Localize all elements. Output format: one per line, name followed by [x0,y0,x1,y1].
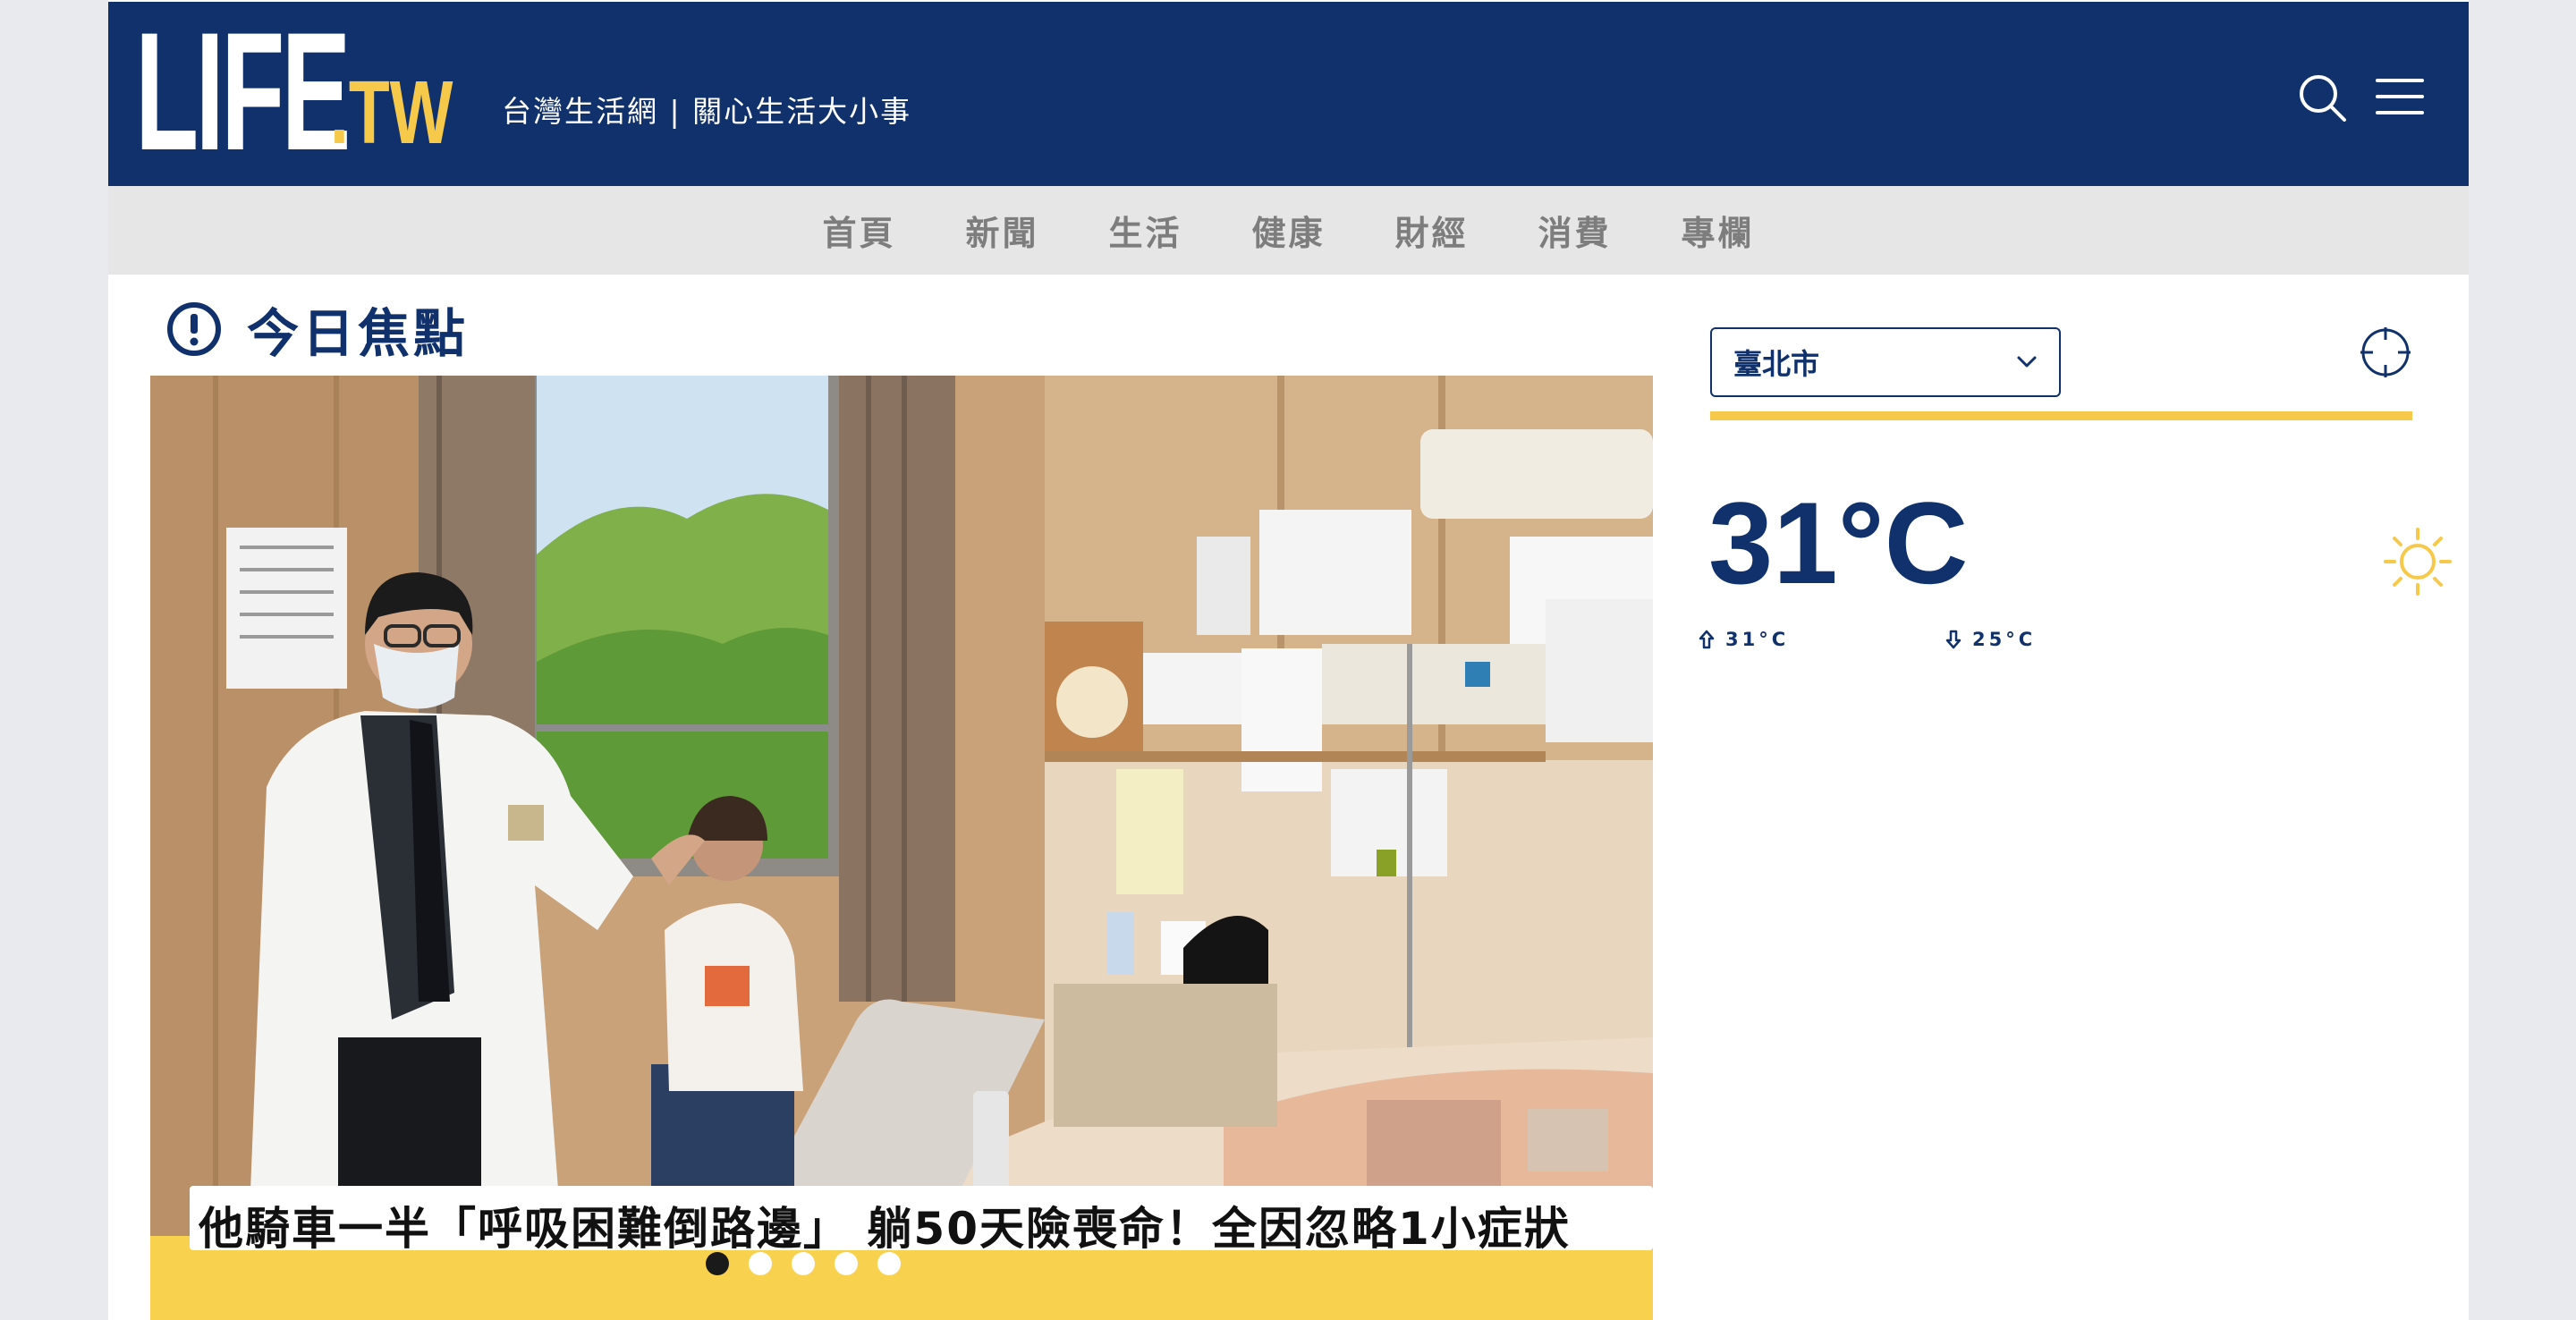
chevron-down-icon [2017,356,2037,368]
arrow-down-icon [1945,630,1962,649]
nav-item-home[interactable]: 首頁 [822,206,895,255]
city-select[interactable]: 臺北市 [1710,327,2061,397]
hamburger-menu-icon[interactable] [2375,73,2425,123]
search-icon[interactable] [2298,73,2348,123]
weather-divider [1710,411,2412,420]
carousel-dot-1[interactable] [706,1252,729,1275]
carousel-dot-5[interactable] [877,1252,901,1275]
section-title-text: 今日焦點 [247,303,470,364]
temperature-high-value: 31°C [1725,629,1790,650]
carousel-dot-3[interactable] [792,1252,815,1275]
nav-item-news[interactable]: 新聞 [965,206,1038,255]
nav-item-consumer[interactable]: 消費 [1538,206,1612,255]
logo-tw-text: .TW [330,63,453,163]
carousel-dot-4[interactable] [835,1252,858,1275]
current-temperature: 31°C [1708,478,1969,608]
temperature-low: 25°C [1945,629,2036,650]
carousel-dot-2[interactable] [749,1252,772,1275]
site-tagline: 台灣生活網 | 關心生活大小事 [502,94,912,129]
featured-carousel[interactable]: 他騎車一半「呼吸困難倒路邊」 躺50天險喪命！全因忽略1小症狀 [150,376,1653,1320]
temperature-high: 31°C [1699,629,1789,650]
featured-photo[interactable] [150,376,1653,1236]
page: LIFE .TW 台灣生活網 | 關心生活大小事 首頁 新聞 生活 健康 財經 … [108,0,2469,1320]
main-nav: 首頁 新聞 生活 健康 財經 消費 專欄 [108,186,2469,275]
site-header: LIFE .TW 台灣生活網 | 關心生活大小事 [108,2,2469,186]
crosshair-icon[interactable] [2359,326,2412,379]
exclamation-circle-icon [167,302,221,356]
section-title: 今日焦點 [166,293,469,365]
nav-item-finance[interactable]: 財經 [1395,206,1469,255]
nav-item-health[interactable]: 健康 [1251,206,1325,255]
site-logo[interactable]: LIFE .TW [135,0,494,185]
city-select-value: 臺北市 [1733,347,1820,381]
logo-life-text: LIFE [135,0,351,185]
arrow-up-icon [1699,630,1715,649]
featured-headline[interactable]: 他騎車一半「呼吸困難倒路邊」 躺50天險喪命！全因忽略1小症狀 [190,1186,1653,1250]
nav-item-life[interactable]: 生活 [1108,206,1182,255]
carousel-pagination [150,1252,1653,1275]
nav-item-column[interactable]: 專欄 [1682,206,1755,255]
sun-icon [2382,526,2453,597]
temperature-low-value: 25°C [1972,629,2037,650]
